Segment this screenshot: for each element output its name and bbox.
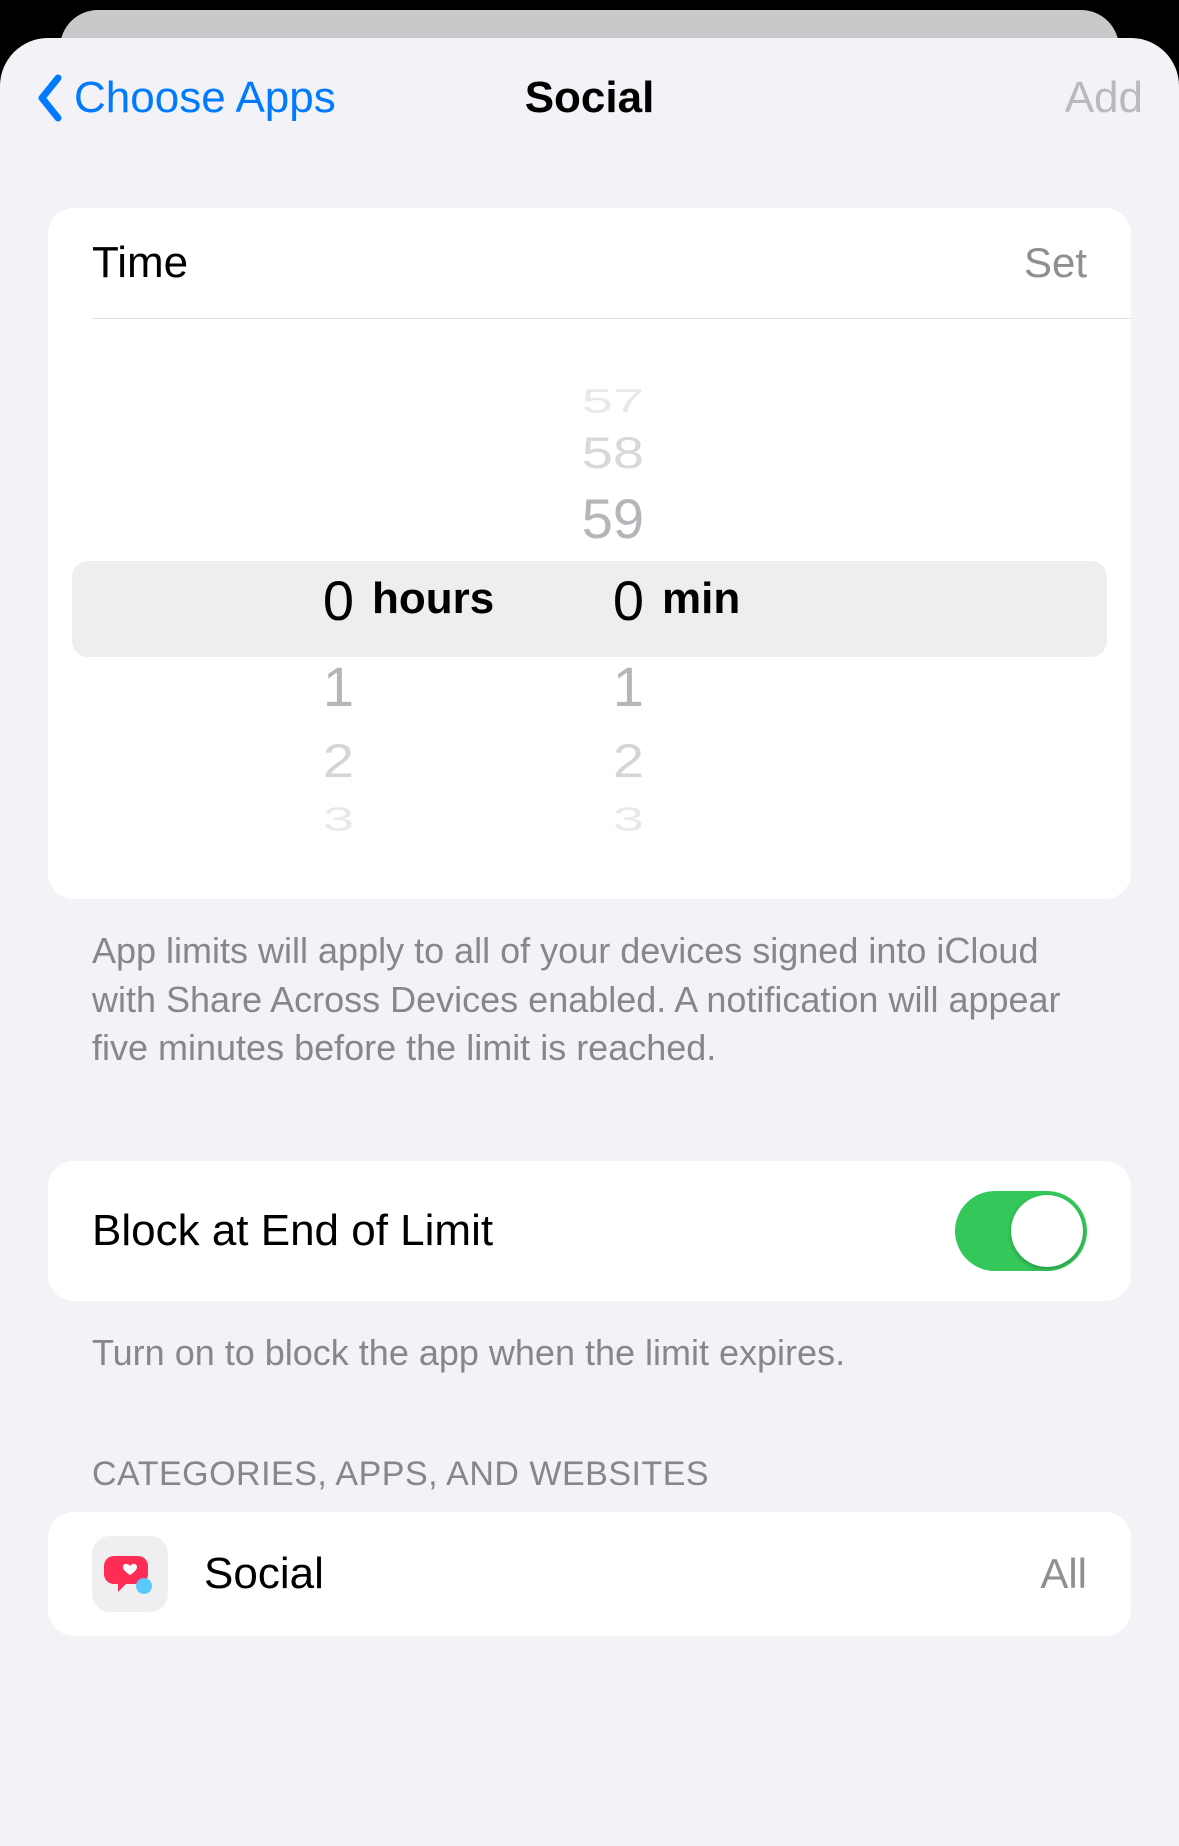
toggle-knob bbox=[1011, 1195, 1083, 1267]
time-value: Set bbox=[1024, 239, 1087, 287]
navigation-bar: Choose Apps Social Add bbox=[0, 38, 1179, 158]
hours-unit-label: hours bbox=[372, 574, 494, 624]
modal-sheet: Choose Apps Social Add Time Set 0 1 bbox=[0, 38, 1179, 1846]
categories-card: Social All bbox=[48, 1512, 1131, 1636]
chevron-left-icon bbox=[36, 74, 64, 122]
category-scope: All bbox=[1040, 1550, 1087, 1598]
block-at-end-row: Block at End of Limit bbox=[48, 1161, 1131, 1301]
category-row-social[interactable]: Social All bbox=[48, 1512, 1131, 1636]
time-label: Time bbox=[92, 238, 188, 288]
hours-option: 3 bbox=[72, 802, 372, 836]
block-label: Block at End of Limit bbox=[92, 1206, 493, 1256]
minutes-option: 57 bbox=[532, 384, 662, 418]
hours-selected: 0 bbox=[72, 573, 372, 629]
back-label: Choose Apps bbox=[74, 73, 336, 123]
block-footer-text: Turn on to block the app when the limit … bbox=[48, 1301, 1131, 1378]
minutes-wheel[interactable]: 57 58 59 0 1 2 3 bbox=[532, 329, 662, 869]
minutes-option: 1 bbox=[532, 659, 662, 715]
minutes-unit-label: min bbox=[662, 574, 740, 624]
minutes-option: 2 bbox=[532, 737, 662, 785]
block-card: Block at End of Limit bbox=[48, 1161, 1131, 1301]
hours-wheel[interactable]: 0 1 2 3 bbox=[72, 329, 372, 869]
block-toggle[interactable] bbox=[955, 1191, 1087, 1271]
category-name: Social bbox=[204, 1549, 1004, 1599]
time-card: Time Set 0 1 2 3 bbox=[48, 208, 1131, 899]
minutes-option: 59 bbox=[532, 491, 662, 547]
categories-header: CATEGORIES, APPS, AND WEBSITES bbox=[48, 1377, 1131, 1512]
minutes-option: 58 bbox=[532, 431, 662, 476]
hours-option: 2 bbox=[72, 737, 372, 785]
time-picker[interactable]: 0 1 2 3 hours 57 58 bbox=[48, 319, 1131, 899]
minutes-selected: 0 bbox=[532, 573, 662, 629]
social-icon bbox=[92, 1536, 168, 1612]
time-row[interactable]: Time Set bbox=[48, 208, 1131, 318]
minutes-option: 3 bbox=[532, 802, 662, 836]
back-button[interactable]: Choose Apps bbox=[36, 73, 336, 123]
hours-option: 1 bbox=[72, 659, 372, 715]
add-button[interactable]: Add bbox=[1065, 73, 1143, 123]
time-footer-text: App limits will apply to all of your dev… bbox=[48, 899, 1131, 1073]
